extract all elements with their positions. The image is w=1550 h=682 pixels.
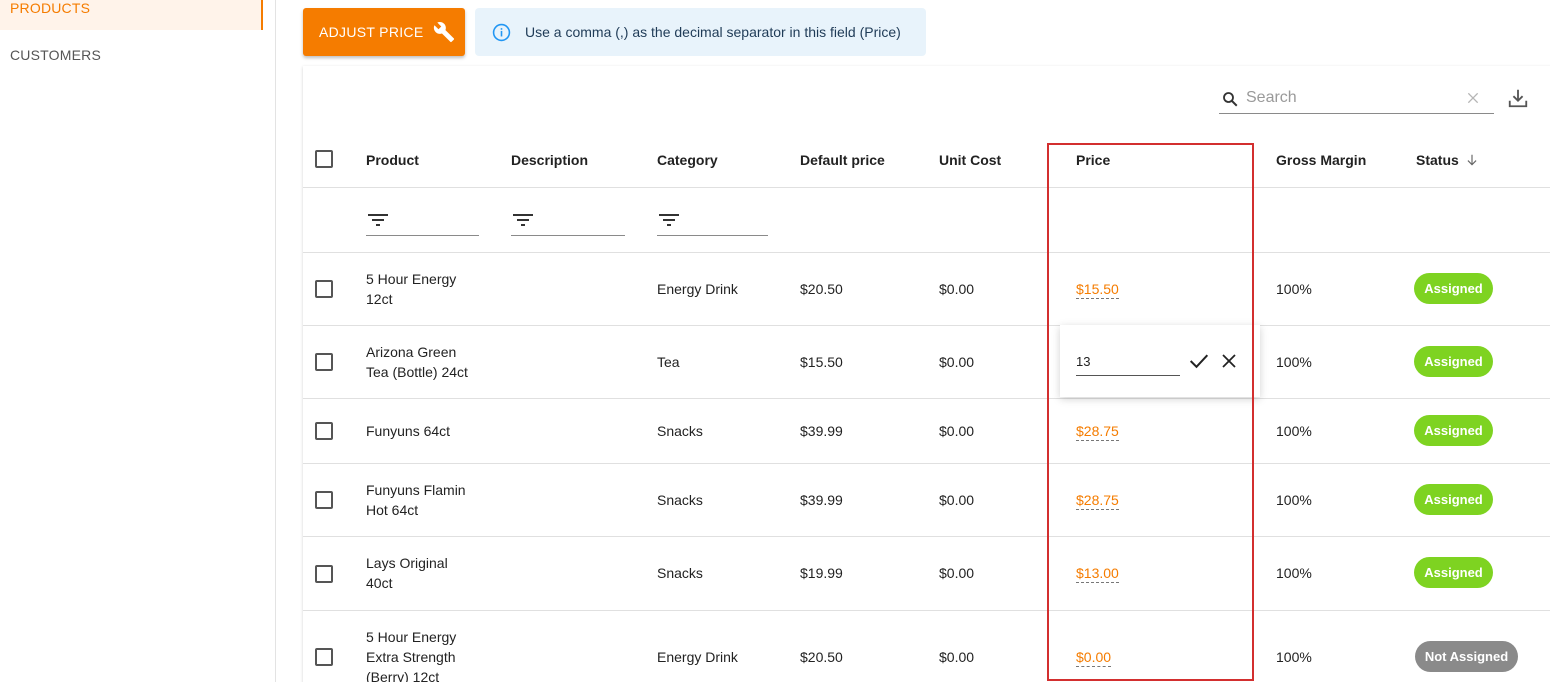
status-badge: Assigned [1414,484,1493,515]
close-icon[interactable] [1220,352,1238,370]
sidebar: PRODUCTS CUSTOMERS [0,0,276,682]
unit-cost: $0.00 [939,649,975,665]
product-name: 5 Hour Energy Extra Strength (Berry) 12c… [366,629,457,682]
search-field [1219,84,1494,114]
status-badge: Assigned [1414,557,1493,588]
divider [303,536,1550,537]
price-edit-popover [1060,325,1260,397]
column-header-price[interactable]: Price [1076,152,1110,168]
filter-icon [368,214,388,226]
filter-icon [513,214,533,226]
column-header-default-price[interactable]: Default price [800,152,885,168]
price-edit-input[interactable] [1076,348,1180,376]
default-price: $20.50 [800,281,843,297]
row-checkbox[interactable] [315,280,333,298]
gross-margin: 100% [1276,281,1312,297]
column-header-description[interactable]: Description [511,152,588,168]
divider [303,252,1550,253]
sort-descending-icon[interactable] [1465,153,1479,167]
unit-cost: $0.00 [939,354,975,370]
divider [303,187,1550,188]
product-name: Funyuns 64ct [366,423,451,439]
gross-margin: 100% [1276,423,1312,439]
info-text: Use a comma (,) as the decimal separator… [525,24,901,40]
status-badge: Assigned [1414,346,1493,377]
column-header-status[interactable]: Status [1416,152,1459,168]
default-price: $19.99 [800,565,843,581]
price-editable[interactable]: $0.00 [1076,649,1112,667]
product-filter[interactable] [366,208,479,236]
product-name: Funyuns Flamin Hot 64ct [366,482,466,518]
product-name: 5 Hour Energy 12ct [366,271,457,307]
row-checkbox[interactable] [315,648,333,666]
unit-cost: $0.00 [939,492,975,508]
description-filter[interactable] [511,208,625,236]
default-price: $39.99 [800,423,843,439]
gross-margin: 100% [1276,354,1312,370]
adjust-price-button[interactable]: ADJUST PRICE [303,8,465,56]
category: Tea [657,354,680,370]
product-name: Lays Original 40ct [366,555,448,591]
category-filter[interactable] [657,208,768,236]
info-banner: Use a comma (,) as the decimal separator… [475,8,926,56]
info-icon [492,23,511,42]
row-checkbox[interactable] [315,353,333,371]
divider [303,610,1550,611]
column-header-gross-margin[interactable]: Gross Margin [1276,152,1366,168]
default-price: $20.50 [800,649,843,665]
row-checkbox[interactable] [315,491,333,509]
unit-cost: $0.00 [939,423,975,439]
search-input[interactable] [1246,87,1446,109]
products-table-card: Product Description Category Default pri… [303,66,1550,682]
gross-margin: 100% [1276,649,1312,665]
divider [303,325,1550,326]
category: Energy Drink [657,281,738,297]
filter-icon [659,214,679,226]
divider [303,463,1550,464]
row-checkbox[interactable] [315,422,333,440]
divider [303,398,1550,399]
default-price: $39.99 [800,492,843,508]
status-badge: Not Assigned [1415,641,1518,672]
sidebar-item-label: PRODUCTS [10,0,91,16]
category: Energy Drink [657,649,738,665]
download-icon[interactable] [1507,87,1529,109]
wrench-icon [433,22,455,43]
price-editable[interactable]: $28.75 [1076,423,1119,441]
price-editable[interactable]: $15.50 [1076,281,1119,299]
status-badge: Assigned [1414,415,1493,446]
column-header-product[interactable]: Product [366,152,419,168]
row-checkbox[interactable] [315,565,333,583]
unit-cost: $0.00 [939,281,975,297]
default-price: $15.50 [800,354,843,370]
status-badge: Assigned [1414,273,1493,304]
clear-search-icon[interactable] [1465,90,1481,106]
price-editable[interactable]: $28.75 [1076,492,1119,510]
check-icon[interactable] [1189,352,1209,370]
product-name: Arizona Green Tea (Bottle) 24ct [366,344,468,380]
column-header-category[interactable]: Category [657,152,718,168]
sidebar-item-products[interactable]: PRODUCTS [0,0,263,30]
category: Snacks [657,423,703,439]
category: Snacks [657,492,703,508]
search-icon [1223,92,1238,107]
unit-cost: $0.00 [939,565,975,581]
adjust-price-label: ADJUST PRICE [319,24,424,40]
gross-margin: 100% [1276,492,1312,508]
category: Snacks [657,565,703,581]
sidebar-item-customers[interactable]: CUSTOMERS [10,47,101,63]
gross-margin: 100% [1276,565,1312,581]
select-all-checkbox[interactable] [315,150,333,168]
column-header-unit-cost[interactable]: Unit Cost [939,152,1001,168]
price-editable[interactable]: $13.00 [1076,565,1119,583]
